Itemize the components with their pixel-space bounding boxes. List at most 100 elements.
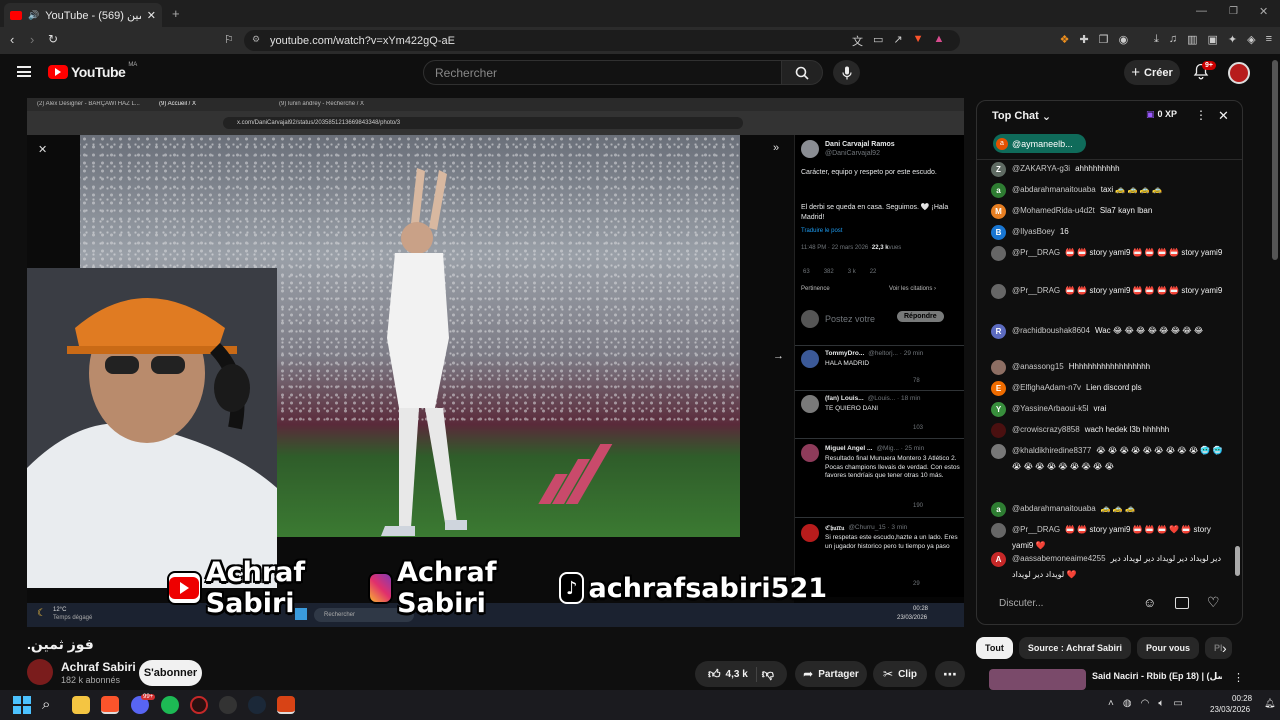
video-player[interactable]: (2) Alex Designer - BARÇAWI HAZ L... (9)… xyxy=(27,98,964,627)
rockstar-icon[interactable] xyxy=(219,696,237,714)
tray-overflow-icon[interactable]: ˄ xyxy=(1108,698,1114,709)
search-input[interactable]: Rechercher xyxy=(423,60,782,85)
search-icon[interactable]: ⌕ xyxy=(42,696,60,714)
chat-author-avatar[interactable] xyxy=(991,360,1006,375)
collapse-panel-icon[interactable]: » xyxy=(773,142,779,154)
site-info-icon[interactable]: ⚙ xyxy=(252,34,260,45)
close-tab-icon[interactable]: ✕ xyxy=(147,9,156,22)
sort-pertinence[interactable]: Pertinence xyxy=(801,286,830,292)
chat-author-name[interactable]: @Pr__DRAG xyxy=(1012,248,1060,257)
translate-link[interactable]: Traduire le post xyxy=(801,228,842,234)
chat-author-name[interactable]: @MohamedRida-u4d2t xyxy=(1012,206,1095,215)
next-photo-icon[interactable]: → xyxy=(773,350,784,362)
chat-author-name[interactable]: @YassineArbaoui-k5l xyxy=(1012,404,1088,413)
chat-message[interactable]: E @ElfighaAdam-n7v Lien discord pls xyxy=(991,380,1231,396)
chat-message[interactable]: R @rachidboushak8604 Wac 😂 😂 😂 😂 😂 😂 😂 😂 xyxy=(991,323,1231,339)
chat-scrollbar[interactable] xyxy=(1235,161,1240,586)
clock-date[interactable]: 23/03/2026 xyxy=(1210,705,1250,714)
more-actions-button[interactable]: ⋯ xyxy=(935,661,965,687)
suggested-more-icon[interactable]: ⋮ xyxy=(1233,671,1244,684)
chat-message[interactable]: @Pr__DRAG 📛 📛 story yami9 📛 📛 📛 📛 story y… xyxy=(991,283,1231,299)
chat-message[interactable]: @crowiscrazy8858 wach hedek l3b hhhhhh xyxy=(991,422,1231,438)
translate-icon[interactable]: 文 xyxy=(852,33,863,49)
chat-author-avatar[interactable]: Y xyxy=(991,402,1006,417)
windows-start-icon[interactable] xyxy=(13,696,31,714)
chat-author-avatar[interactable] xyxy=(991,523,1006,538)
pinned-user-chip[interactable]: a @aymaneelb... xyxy=(993,134,1086,153)
retweet-count[interactable]: 382 xyxy=(824,269,834,275)
clip-button[interactable]: ✂ Clip xyxy=(873,661,927,687)
super-chat-icon[interactable] xyxy=(1175,597,1189,609)
menu-icon[interactable]: ≡ xyxy=(1266,33,1272,49)
leo-icon[interactable]: ✦ xyxy=(1228,33,1237,49)
chat-author-avatar[interactable]: E xyxy=(991,381,1006,396)
chat-author-name[interactable]: @ElfighaAdam-n7v xyxy=(1012,383,1081,392)
chat-author-name[interactable]: @IlyasBoey xyxy=(1012,227,1055,236)
chip-all[interactable]: Tout xyxy=(976,637,1013,659)
voice-search-button[interactable] xyxy=(833,60,860,85)
chat-author-name[interactable]: @rachidboushak8604 xyxy=(1012,326,1090,335)
chips-next-icon[interactable]: › xyxy=(1222,640,1227,656)
back-icon[interactable]: ‹ xyxy=(10,32,14,47)
camera-icon[interactable]: ◉ xyxy=(1119,33,1129,49)
rewards-icon[interactable]: ▲ xyxy=(934,33,945,49)
steam-icon[interactable] xyxy=(248,696,266,714)
chip-more[interactable]: Pl xyxy=(1205,637,1232,659)
chat-author-avatar[interactable]: a xyxy=(991,183,1006,198)
wallet-icon[interactable]: ▣ xyxy=(1207,33,1217,49)
reply-input[interactable]: Postez votre xyxy=(825,314,875,324)
chat-author-name[interactable]: @abdarahmanaitouaba xyxy=(1012,185,1096,194)
chat-author-name[interactable]: @aassabemoneaime4255 xyxy=(1012,554,1106,563)
chat-author-name[interactable]: @Pr__DRAG xyxy=(1012,525,1060,534)
wifi-icon[interactable]: ◠ xyxy=(1141,698,1150,709)
chat-message[interactable]: @Pr__DRAG 📛 📛 story yami9 📛 📛 📛 📛 story y… xyxy=(991,245,1231,261)
vpn-icon[interactable]: ◈ xyxy=(1247,33,1255,49)
bookmark-count[interactable]: 22 xyxy=(870,269,877,275)
emoji-icon[interactable]: ☺ xyxy=(1143,595,1156,610)
tray-app-icon[interactable]: ◍ xyxy=(1123,698,1132,709)
brave-browser-icon[interactable] xyxy=(101,696,119,714)
chat-author-name[interactable]: @crowiscrazy8858 xyxy=(1012,425,1080,434)
reply-count[interactable]: 63 xyxy=(803,269,810,275)
reader-icon[interactable]: ▭ xyxy=(873,33,883,49)
extension-icon[interactable]: ❖ xyxy=(1060,33,1070,49)
chat-message[interactable]: Y @YassineArbaoui-k5l vrai xyxy=(991,401,1231,417)
suggested-video[interactable]: Said Naciri - Rbib (Ep 18) | (مسلسل ⋮ xyxy=(989,669,1249,690)
notification-bell-icon[interactable]: 🔔︎ xyxy=(1264,698,1275,709)
chat-author-name[interactable]: @ZAKARYA-g3i xyxy=(1012,164,1070,173)
like-button[interactable]: 👍︎ 4,3 k xyxy=(708,666,757,682)
chat-author-avatar[interactable]: M xyxy=(991,204,1006,219)
puzzle-icon[interactable]: ✚ xyxy=(1080,33,1089,49)
obs-icon[interactable] xyxy=(277,696,295,714)
chat-author-avatar[interactable] xyxy=(991,444,1006,459)
dislike-button[interactable]: 👎︎ xyxy=(762,667,774,682)
youtube-logo[interactable]: YouTube MA xyxy=(48,62,137,80)
close-photo-icon[interactable]: ✕ xyxy=(38,143,47,156)
speaker-icon[interactable]: 🔊 xyxy=(28,10,39,21)
game-launcher-icon[interactable] xyxy=(190,696,208,714)
close-window-icon[interactable]: ✕ xyxy=(1259,5,1268,18)
chat-author-avatar[interactable] xyxy=(991,246,1006,261)
chat-message[interactable]: a @abdarahmanaitouaba taxi 🚕 🚕 🚕 🚕 xyxy=(991,182,1231,198)
subscribe-button[interactable]: S'abonner xyxy=(139,660,202,686)
battery-icon[interactable]: ▭ xyxy=(1173,698,1182,709)
create-button[interactable]: + Créer xyxy=(1124,60,1180,85)
reply-button[interactable]: Répondre xyxy=(897,311,944,322)
sidebar-icon[interactable]: ▥ xyxy=(1187,33,1197,49)
chat-author-name[interactable]: @anassong15 xyxy=(1012,362,1064,371)
notifications-button[interactable]: 9+ xyxy=(1193,61,1216,81)
channel-name[interactable]: Achraf Sabiri xyxy=(61,660,136,674)
account-avatar[interactable] xyxy=(1228,62,1250,84)
hamburger-menu-icon[interactable] xyxy=(17,66,31,77)
chip-source[interactable]: Source : Achraf Sabiri xyxy=(1018,637,1132,659)
chat-author-name[interactable]: @khaldikhiredine8377 xyxy=(1012,446,1091,455)
brave-shield-icon[interactable]: ▼ xyxy=(913,33,924,49)
browser-tab[interactable]: 🔊 YouTube - فوز ثمين (569) ✕ xyxy=(4,3,162,27)
chat-input-box[interactable]: Discuter... ☺ ♡ xyxy=(989,591,1229,619)
chat-author-avatar[interactable]: R xyxy=(991,324,1006,339)
page-scrollbar[interactable] xyxy=(1270,54,1280,690)
chip-for-you[interactable]: Pour vous xyxy=(1137,637,1200,659)
spotify-icon[interactable] xyxy=(161,696,179,714)
restore-icon[interactable]: ❐ xyxy=(1229,6,1238,17)
chat-author-avatar[interactable] xyxy=(991,284,1006,299)
